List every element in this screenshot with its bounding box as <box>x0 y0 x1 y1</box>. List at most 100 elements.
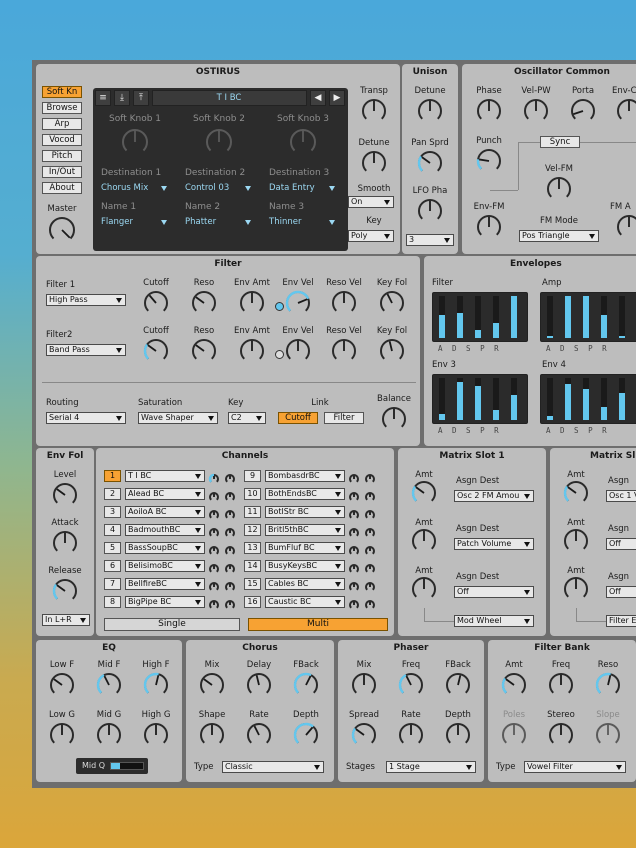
link-cutoff-button[interactable]: Cutoff <box>278 412 318 424</box>
channel-15-vol-knob[interactable] <box>364 578 376 597</box>
amp-env-level-1[interactable] <box>565 296 571 338</box>
channel-4-vol-knob[interactable] <box>224 524 236 543</box>
filterbank-slope-knob[interactable] <box>595 722 621 752</box>
m1-dest1-dropdown[interactable]: Osc 2 FM Amou <box>454 490 534 502</box>
filter2-reso-knob[interactable] <box>191 338 217 368</box>
soft-knob-2[interactable] <box>205 128 233 160</box>
side-button-arp[interactable]: Arp <box>42 118 82 130</box>
single-mode-button[interactable]: Single <box>104 618 240 631</box>
phaser-depth-knob[interactable] <box>445 722 471 752</box>
filter1-reso-knob[interactable] <box>191 290 217 320</box>
m1-dest2-dropdown[interactable]: Patch Volume <box>454 538 534 550</box>
channel-number-4[interactable]: 4 <box>104 524 121 536</box>
channel-8-pan-knob[interactable] <box>208 596 220 615</box>
chorus-rate-knob[interactable] <box>246 722 272 752</box>
m2-dest1-dropdown[interactable]: Osc 1 V <box>606 490 636 502</box>
saturation-dropdown[interactable]: Wave Shaper <box>138 412 218 424</box>
channel-10-pan-knob[interactable] <box>348 488 360 507</box>
amp-env-level-3[interactable] <box>601 314 607 338</box>
filter1-reso-vel-knob[interactable] <box>331 290 357 320</box>
env3-level-2[interactable] <box>475 386 481 420</box>
m2-amt2-knob[interactable] <box>563 528 589 558</box>
channel-number-8[interactable]: 8 <box>104 596 121 608</box>
next-preset-icon[interactable]: ▶ <box>329 90 345 106</box>
key-dropdown[interactable]: Poly <box>348 230 394 242</box>
env4-level-1[interactable] <box>565 384 571 420</box>
soft-knob-1[interactable] <box>121 128 149 160</box>
channel-11-vol-knob[interactable] <box>364 506 376 525</box>
m2-dest2-dropdown[interactable]: Off <box>606 538 636 550</box>
channel-number-15[interactable]: 15 <box>244 578 261 590</box>
mid-q-meter[interactable]: Mid Q <box>76 758 148 774</box>
side-button-inout[interactable]: In/Out <box>42 166 82 178</box>
channel-preset-dropdown-6[interactable]: BelisimoBC <box>125 560 205 572</box>
name-arrow-2-icon[interactable] <box>245 220 251 225</box>
dest-value-3[interactable]: Data Entry <box>269 183 315 193</box>
channel-preset-dropdown-2[interactable]: Alead BC <box>125 488 205 500</box>
lfo-pha-knob[interactable] <box>417 198 443 228</box>
channel-preset-dropdown-16[interactable]: Caustic BC <box>265 596 345 608</box>
filter-env-level-1[interactable] <box>457 312 463 338</box>
filterbank-freq-knob[interactable] <box>548 672 574 702</box>
eq-low-g-knob[interactable] <box>49 722 75 752</box>
channel-preset-dropdown-4[interactable]: BadmouthBC <box>125 524 205 536</box>
download-icon[interactable]: ⤓ <box>114 90 130 106</box>
stages-dropdown[interactable]: 1 Stage <box>386 761 476 773</box>
menu-icon[interactable]: ≡ <box>95 90 111 106</box>
fma-knob[interactable] <box>616 214 636 244</box>
phase-knob[interactable] <box>476 98 502 128</box>
phaser-rate-knob[interactable] <box>398 722 424 752</box>
env3-bars[interactable] <box>432 374 528 424</box>
balance-knob[interactable] <box>381 406 407 436</box>
env4-level-4[interactable] <box>619 392 625 420</box>
dest-value-1[interactable]: Chorus Mix <box>101 183 148 193</box>
channel-number-10[interactable]: 10 <box>244 488 261 500</box>
chorus-type-dropdown[interactable]: Classic <box>222 761 324 773</box>
multi-mode-button[interactable]: Multi <box>248 618 388 631</box>
channel-16-vol-knob[interactable] <box>364 596 376 615</box>
channel-preset-dropdown-15[interactable]: Cables BC <box>265 578 345 590</box>
m1-amt2-knob[interactable] <box>411 528 437 558</box>
channel-13-vol-knob[interactable] <box>364 542 376 561</box>
side-button-about[interactable]: About <box>42 182 82 194</box>
filter1-cutoff-knob[interactable] <box>143 290 169 320</box>
channel-number-7[interactable]: 7 <box>104 578 121 590</box>
filterbank-poles-knob[interactable] <box>501 722 527 752</box>
env-link-toggle-2[interactable] <box>275 350 284 359</box>
channel-11-pan-knob[interactable] <box>348 506 360 525</box>
filterbank-reso-knob[interactable] <box>595 672 621 702</box>
channel-9-vol-knob[interactable] <box>364 470 376 489</box>
channel-number-14[interactable]: 14 <box>244 560 261 572</box>
channel-7-pan-knob[interactable] <box>208 578 220 597</box>
filterbank-amt-knob[interactable] <box>501 672 527 702</box>
channel-number-16[interactable]: 16 <box>244 596 261 608</box>
eq-high-f-knob[interactable] <box>143 672 169 702</box>
channel-2-pan-knob[interactable] <box>208 488 220 507</box>
dest-arrow-2-icon[interactable] <box>245 186 251 191</box>
amp-env-level-0[interactable] <box>547 335 553 338</box>
chorus-mix-knob[interactable] <box>199 672 225 702</box>
name-arrow-1-icon[interactable] <box>161 220 167 225</box>
m2-source-dropdown[interactable]: Filter E <box>606 615 636 627</box>
filter-env-level-4[interactable] <box>511 296 517 338</box>
eq-low-f-knob[interactable] <box>49 672 75 702</box>
side-button-browse[interactable]: Browse <box>42 102 82 114</box>
channel-number-1[interactable]: 1 <box>104 470 121 482</box>
channel-14-pan-knob[interactable] <box>348 560 360 579</box>
fb-type-dropdown[interactable]: Vowel Filter <box>524 761 626 773</box>
channel-number-3[interactable]: 3 <box>104 506 121 518</box>
filter1-dropdown[interactable]: High Pass <box>46 294 126 306</box>
channel-preset-dropdown-13[interactable]: BumFluf BC <box>265 542 345 554</box>
channel-12-vol-knob[interactable] <box>364 524 376 543</box>
upload-icon[interactable]: ⤒ <box>133 90 149 106</box>
dest-arrow-1-icon[interactable] <box>161 186 167 191</box>
fmmode-dropdown[interactable]: Pos Triangle <box>519 230 599 242</box>
channel-preset-dropdown-11[interactable]: BotlStr BC <box>265 506 345 518</box>
phaser-mix-knob[interactable] <box>351 672 377 702</box>
release-knob[interactable] <box>52 578 78 608</box>
soft-knob-3[interactable] <box>289 128 317 160</box>
channel-12-pan-knob[interactable] <box>348 524 360 543</box>
phaser-fback-knob[interactable] <box>445 672 471 702</box>
m1-amt3-knob[interactable] <box>411 576 437 606</box>
filter2-reso-vel-knob[interactable] <box>331 338 357 368</box>
